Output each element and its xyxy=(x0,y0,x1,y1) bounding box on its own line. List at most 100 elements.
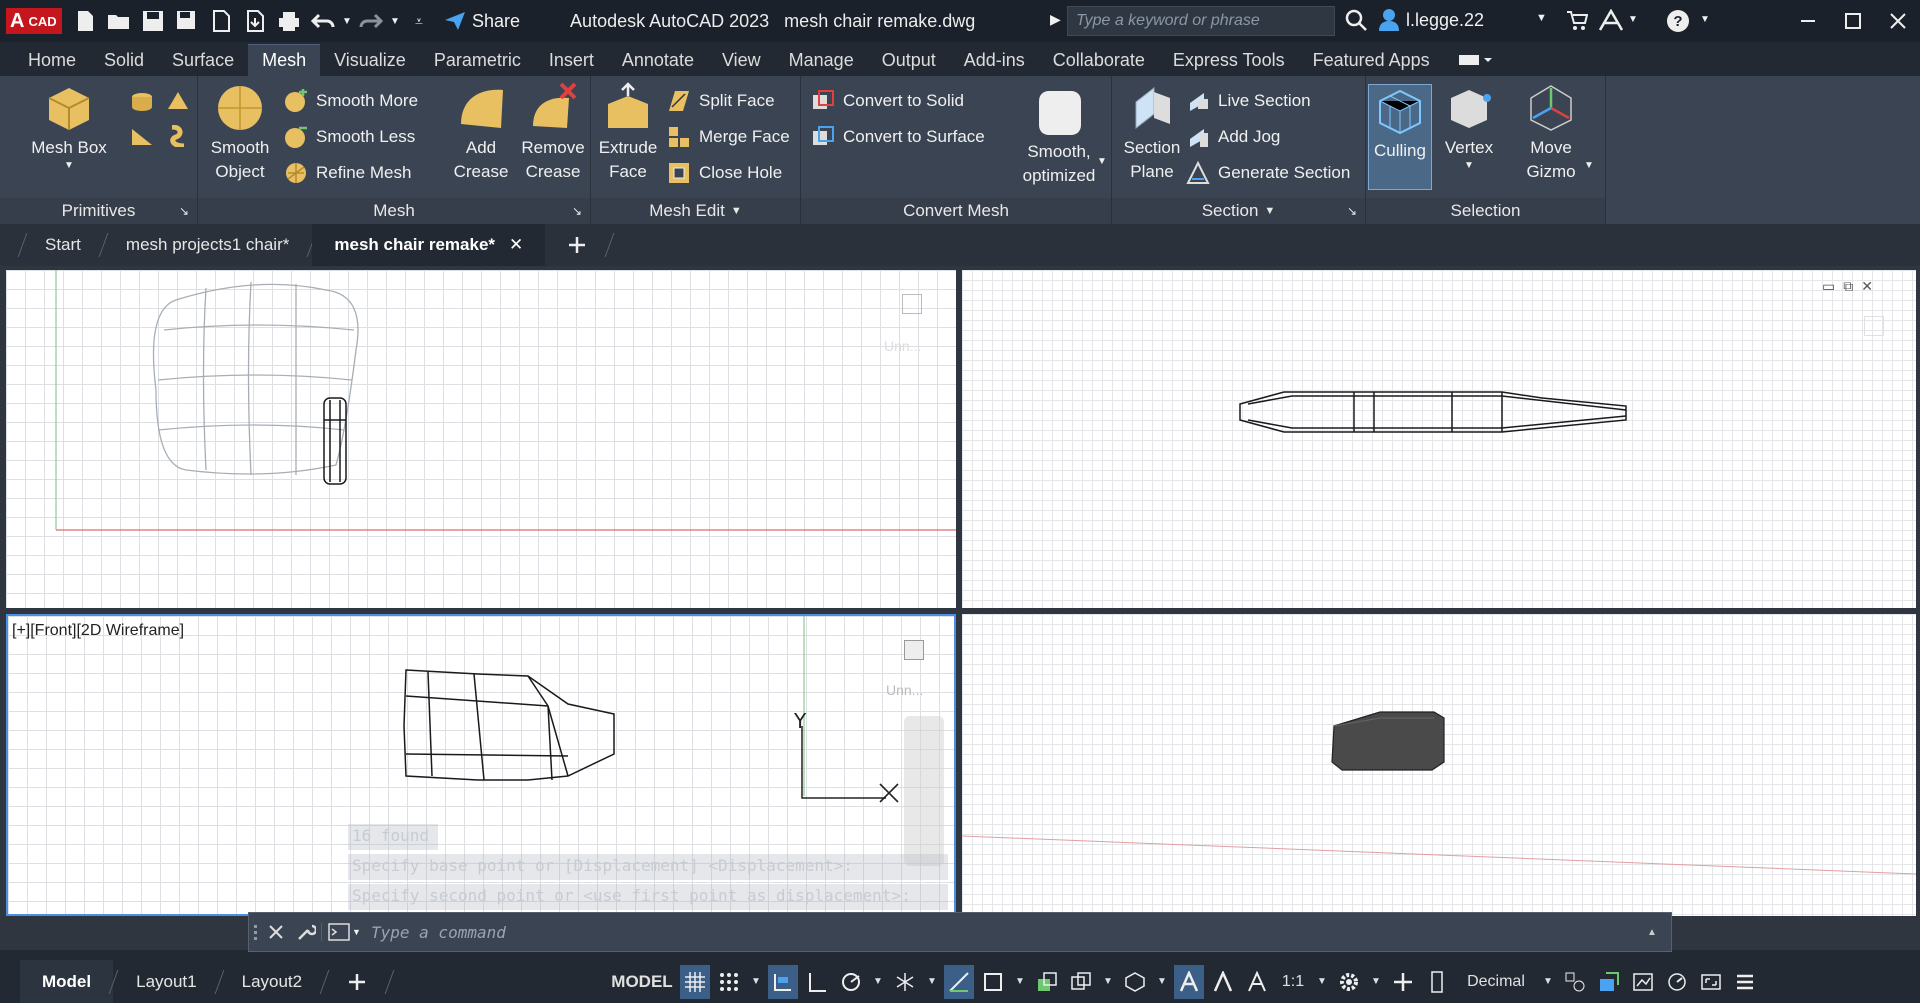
redo-icon[interactable] xyxy=(354,4,388,38)
tab-visualize[interactable]: Visualize xyxy=(320,44,420,76)
ortho-icon[interactable] xyxy=(802,965,832,999)
units-dropdown-icon[interactable]: ▼ xyxy=(1540,965,1556,999)
viewport-right[interactable]: ▭ ⧉ ✕ xyxy=(962,270,1916,608)
smooth-optimized-button[interactable]: Smooth, optimized xyxy=(1011,86,1107,188)
smooth-more-button[interactable]: Smooth More xyxy=(284,86,418,116)
polar-tracking-icon[interactable] xyxy=(836,965,866,999)
search-icon[interactable] xyxy=(1344,8,1368,37)
navigation-bar[interactable] xyxy=(904,716,944,866)
mesh-box-dropdown-icon[interactable]: ▼ xyxy=(64,160,74,172)
tab-parametric[interactable]: Parametric xyxy=(420,44,535,76)
smooth-object-button[interactable]: Smooth Object xyxy=(204,82,276,184)
add-crease-button[interactable]: Add Crease xyxy=(448,82,514,184)
isodraft-icon[interactable] xyxy=(890,965,920,999)
scale-dropdown-icon[interactable]: ▼ xyxy=(1314,965,1330,999)
merge-face-button[interactable]: Merge Face xyxy=(667,122,790,152)
isolate-objects-icon[interactable] xyxy=(1594,965,1624,999)
panel-launcher-icon[interactable]: ↘ xyxy=(572,204,582,218)
panel-launcher-icon[interactable]: ↘ xyxy=(1347,204,1357,218)
recent-commands-button[interactable]: ▼ xyxy=(321,923,361,941)
mesh-edit-panel-label[interactable]: Mesh Edit ▼ xyxy=(591,198,800,224)
lineweight-icon[interactable] xyxy=(1032,965,1062,999)
command-history-toggle-icon[interactable]: ▲ xyxy=(1647,927,1671,938)
transparency-icon[interactable] xyxy=(1066,965,1096,999)
clean-screen-icon[interactable] xyxy=(1696,965,1726,999)
save-to-web-icon[interactable] xyxy=(238,4,272,38)
split-face-button[interactable]: Split Face xyxy=(667,86,775,116)
3d-osnap-dropdown-icon[interactable]: ▼ xyxy=(1154,965,1170,999)
mesh-wedge-icon[interactable] xyxy=(130,124,154,148)
mesh-torus-icon[interactable] xyxy=(166,124,190,148)
section-panel-label[interactable]: Section ▼ ↘ xyxy=(1112,198,1365,224)
selection-cycling-dropdown-icon[interactable]: ▼ xyxy=(1100,965,1116,999)
tab-insert[interactable]: Insert xyxy=(535,44,608,76)
account-dropdown-icon[interactable]: ▼ xyxy=(1628,14,1638,25)
annotation-scale-value[interactable]: 1:1 xyxy=(1276,965,1310,999)
doc-tab-mesh-projects1-chair[interactable]: mesh projects1 chair* xyxy=(104,224,311,266)
minimize-icon[interactable] xyxy=(1785,0,1830,42)
isodraft-dropdown-icon[interactable]: ▼ xyxy=(924,965,940,999)
command-close-icon[interactable] xyxy=(261,925,291,939)
object-snap-tracking-icon[interactable] xyxy=(944,964,974,999)
command-line-grip[interactable] xyxy=(249,912,261,952)
panel-launcher-icon[interactable]: ↘ xyxy=(179,204,189,218)
section-plane-button[interactable]: Section Plane xyxy=(1116,82,1188,184)
vertex-button[interactable]: Vertex ▼ xyxy=(1436,82,1502,172)
tab-featured-apps[interactable]: Featured Apps xyxy=(1299,44,1444,76)
tab-layout1[interactable]: Layout1 xyxy=(114,960,219,1003)
maximize-icon[interactable] xyxy=(1830,0,1875,42)
remove-crease-button[interactable]: Remove Crease xyxy=(516,82,590,184)
object-snap-icon[interactable] xyxy=(978,965,1008,999)
3d-osnap-icon[interactable] xyxy=(1120,965,1150,999)
units-icon[interactable] xyxy=(1422,965,1452,999)
doc-tab-start[interactable]: Start xyxy=(23,224,103,266)
quick-properties-icon[interactable] xyxy=(1560,965,1590,999)
workspace-dropdown-icon[interactable]: ▼ xyxy=(1368,965,1384,999)
new-icon[interactable] xyxy=(68,4,102,38)
tab-output[interactable]: Output xyxy=(868,44,950,76)
open-icon[interactable] xyxy=(102,4,136,38)
user-dropdown-icon[interactable]: ▼ xyxy=(1536,12,1547,24)
generate-section-button[interactable]: Generate Section xyxy=(1186,158,1350,188)
help-dropdown-icon[interactable]: ▼ xyxy=(1700,14,1710,25)
customize-toolbar-icon[interactable]: ⩡ xyxy=(402,4,436,38)
workspace-gear-icon[interactable] xyxy=(1334,965,1364,999)
refine-mesh-button[interactable]: Refine Mesh xyxy=(284,158,411,188)
convert-to-solid-button[interactable]: Convert to Solid xyxy=(811,86,964,116)
snap-dropdown-icon[interactable]: ▼ xyxy=(748,965,764,999)
autodesk-account-icon[interactable] xyxy=(1598,8,1624,36)
smooth-optimized-dropdown-icon[interactable]: ▼ xyxy=(1097,156,1107,167)
command-input[interactable]: Type a command xyxy=(361,923,1647,942)
close-tab-icon[interactable]: ✕ xyxy=(509,235,523,255)
tab-collaborate[interactable]: Collaborate xyxy=(1039,44,1159,76)
chevron-right-icon[interactable]: ▶ xyxy=(1050,11,1061,28)
viewport-restore-icon[interactable]: ⧉ xyxy=(1843,278,1853,295)
convert-to-surface-button[interactable]: Convert to Surface xyxy=(811,122,985,152)
cart-icon[interactable] xyxy=(1566,9,1589,36)
annotation-visibility-icon[interactable] xyxy=(1174,964,1204,999)
smooth-less-button[interactable]: Smooth Less xyxy=(284,122,415,152)
extrude-face-button[interactable]: Extrude Face xyxy=(595,82,661,184)
redo-dropdown-icon[interactable]: ▼ xyxy=(388,4,402,38)
undo-dropdown-icon[interactable]: ▼ xyxy=(340,4,354,38)
units-value[interactable]: Decimal xyxy=(1456,965,1536,999)
mesh-cylinder-icon[interactable] xyxy=(130,90,154,114)
save-icon[interactable] xyxy=(136,4,170,38)
annotation-monitor-icon[interactable] xyxy=(1388,965,1418,999)
command-customize-icon[interactable] xyxy=(291,922,321,942)
save-as-icon[interactable] xyxy=(170,4,204,38)
search-input[interactable]: Type a keyword or phrase xyxy=(1067,6,1335,36)
viewport-top[interactable]: Unn... xyxy=(6,270,956,608)
tab-mesh[interactable]: Mesh xyxy=(248,44,321,76)
ribbon-minimize-button[interactable] xyxy=(1444,44,1506,76)
tab-home[interactable]: Home xyxy=(14,44,90,76)
annotation-scale-icon[interactable] xyxy=(1242,965,1272,999)
model-space-button[interactable]: MODEL xyxy=(608,965,676,999)
polar-dropdown-icon[interactable]: ▼ xyxy=(870,965,886,999)
user-account[interactable]: l.legge.22 xyxy=(1378,8,1484,32)
app-menu-button[interactable]: A CAD xyxy=(0,0,68,42)
close-hole-button[interactable]: Close Hole xyxy=(667,158,782,188)
customization-menu-icon[interactable] xyxy=(1730,965,1760,999)
hardware-acceleration-icon[interactable] xyxy=(1662,965,1692,999)
new-tab-button[interactable] xyxy=(545,224,609,266)
